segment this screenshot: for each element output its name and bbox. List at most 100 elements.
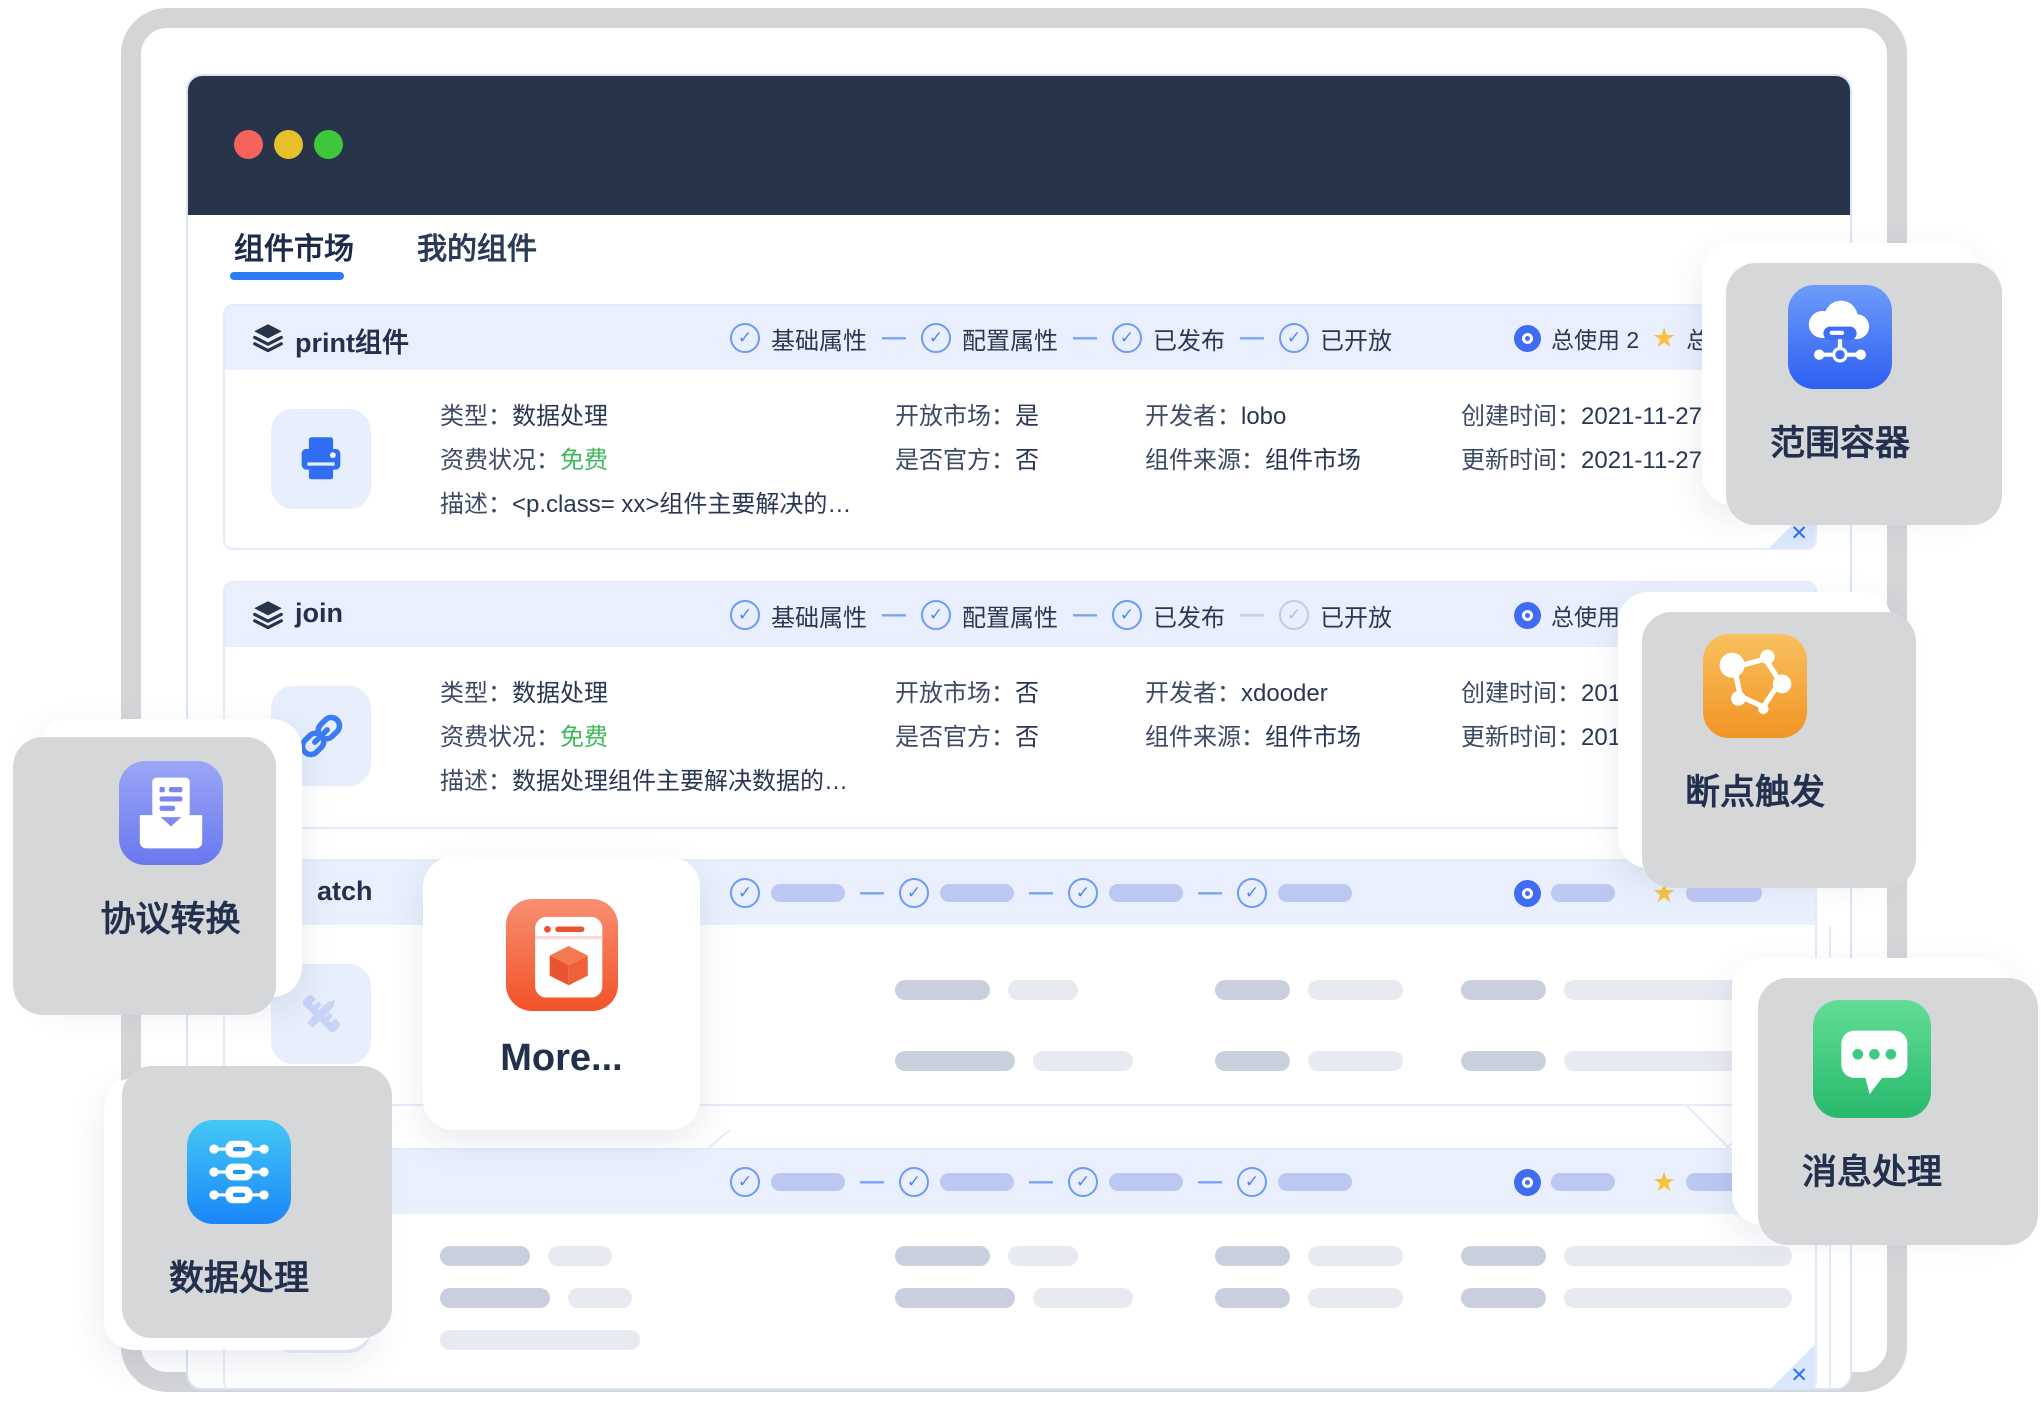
check-icon: ✓ [1237,878,1267,908]
layers-icon [251,598,285,632]
tab-component-market[interactable]: 组件市场 [234,224,354,268]
field-label: 开发者： [1145,403,1241,430]
check-icon: ✓ [1279,600,1309,630]
molecule-icon [1703,634,1807,738]
status-steps-skeleton: ✓ — ✓ — ✓ — ✓ [730,1150,1352,1214]
usage-icon [1514,325,1541,352]
skeleton-pill [1278,1173,1352,1191]
page: 组件市场 我的组件 print组件 ✓ 基础属性 — ✓ 配置属性 [0,0,2041,1424]
floating-card-message-processing[interactable]: 消息处理 [1732,958,2012,1225]
field-value: 否 [1015,680,1039,707]
skeleton-pill [1308,980,1403,1000]
field-label: 创建时间： [1461,680,1581,707]
floating-card-label: More... [500,1037,622,1080]
floating-card-protocol-conversion[interactable]: 协议转换 [39,719,302,997]
field-label: 资费状况： [440,724,560,751]
skeleton-pill [895,1051,1015,1071]
check-icon: ✓ [730,878,760,908]
floating-card-label: 消息处理 [1802,1144,1942,1195]
skeleton-pill [771,1173,845,1191]
skeleton-pill [1461,1288,1546,1308]
floating-card-more[interactable]: More... [423,857,700,1130]
check-icon: ✓ [1112,600,1142,630]
component-card-join[interactable]: join ✓ 基础属性 — ✓ 配置属性 — ✓ 已发布 — ✓ 已开放 总使用… [223,581,1817,829]
browser-window: 组件市场 我的组件 print组件 ✓ 基础属性 — ✓ 配置属性 [186,74,1852,1390]
field-label: 组件来源： [1145,724,1265,751]
usage-icon [1514,880,1541,907]
check-icon: ✓ [1068,878,1098,908]
maximize-window-icon[interactable] [314,130,343,159]
browser-cube-icon [506,899,618,1011]
component-card-skeleton[interactable]: ✓ — ✓ — ✓ — ✓ ★ [223,1148,1817,1390]
field-label: 类型： [440,680,512,707]
skeleton-pill [1278,884,1352,902]
step-connector: — [882,324,906,352]
window-titlebar [188,76,1850,215]
skeleton-pill [1308,1246,1403,1266]
card-header: join ✓ 基础属性 — ✓ 配置属性 — ✓ 已发布 — ✓ 已开放 总使用… [225,583,1815,647]
field-label: 类型： [440,403,512,430]
skeleton-pill [1551,1173,1615,1191]
check-icon: ✓ [1237,1167,1267,1197]
tab-my-components[interactable]: 我的组件 [417,224,537,268]
field-label: 开放市场： [895,403,1015,430]
floating-card-label: 范围容器 [1770,415,1910,466]
floating-card-range-container[interactable]: 范围容器 [1702,243,1978,505]
skeleton-pill [1033,1288,1133,1308]
floating-card-label: 协议转换 [100,891,240,942]
field-label: 描述： [440,491,512,518]
field-value: 数据处理 [512,403,608,430]
skeleton-pill [895,1288,1015,1308]
skeleton-pill [1215,1051,1290,1071]
skeleton-pill [440,1330,640,1350]
floating-card-data-processing[interactable]: 数据处理 [104,1078,374,1350]
field-label: 开发者： [1145,680,1241,707]
active-tab-underline [230,272,344,280]
field-label: 更新时间： [1461,724,1581,751]
field-label: 更新时间： [1461,447,1581,474]
floating-card-breakpoint-trigger[interactable]: 断点触发 [1618,592,1892,868]
check-icon: ✓ [730,1167,760,1197]
field-label: 开放市场： [895,680,1015,707]
step-connector: — [1198,879,1222,907]
step-connector: — [1198,1168,1222,1196]
field-label: 是否官方： [895,447,1015,474]
skeleton-pill [1215,1246,1290,1266]
status-steps: ✓ 基础属性 — ✓ 配置属性 — ✓ 已发布 — ✓ 已开放 [730,306,1392,370]
floating-card-label: 断点触发 [1685,764,1825,815]
card-header: print组件 ✓ 基础属性 — ✓ 配置属性 — ✓ 已发布 — ✓ 已开放 … [225,306,1815,370]
skeleton-pill [895,980,990,1000]
step-connector: — [1029,1168,1053,1196]
close-icon: ✕ [1790,1363,1808,1388]
star-icon: ★ [1652,325,1676,352]
skeleton-pill [771,884,845,902]
skeleton-pill [1109,1173,1183,1191]
field-value: <p.class= xx>组件主要解决的… [512,491,851,518]
skeleton-pill [1008,980,1078,1000]
field-value: 免费 [560,447,608,474]
field-value: 数据处理组件主要解决数据的… [512,768,848,795]
step-connector: — [1073,601,1097,629]
step-label: 基础属性 [771,321,867,356]
component-card-print[interactable]: print组件 ✓ 基础属性 — ✓ 配置属性 — ✓ 已发布 — ✓ 已开放 … [223,304,1817,550]
check-icon: ✓ [899,878,929,908]
step-connector: — [1240,324,1264,352]
step-label: 已开放 [1320,321,1392,356]
field-value: xdooder [1241,680,1328,707]
usage-counter-skeleton [1514,861,1615,925]
status-steps: ✓ 基础属性 — ✓ 配置属性 — ✓ 已发布 — ✓ 已开放 [730,583,1392,647]
skeleton-pill [1564,1288,1792,1308]
field-label: 组件来源： [1145,447,1265,474]
step-label: 基础属性 [771,598,867,633]
skeleton-pill [1008,1246,1078,1266]
step-label: 已发布 [1153,598,1225,633]
check-icon: ✓ [921,600,951,630]
step-label: 已开放 [1320,598,1392,633]
check-icon: ✓ [730,600,760,630]
skeleton-pill [1033,1051,1133,1071]
tab-bar: 组件市场 我的组件 [188,224,1850,284]
close-window-icon[interactable] [234,130,263,159]
minimize-window-icon[interactable] [274,130,303,159]
close-card-button[interactable]: ✕ [1769,1344,1815,1390]
skeleton-pill [940,1173,1014,1191]
